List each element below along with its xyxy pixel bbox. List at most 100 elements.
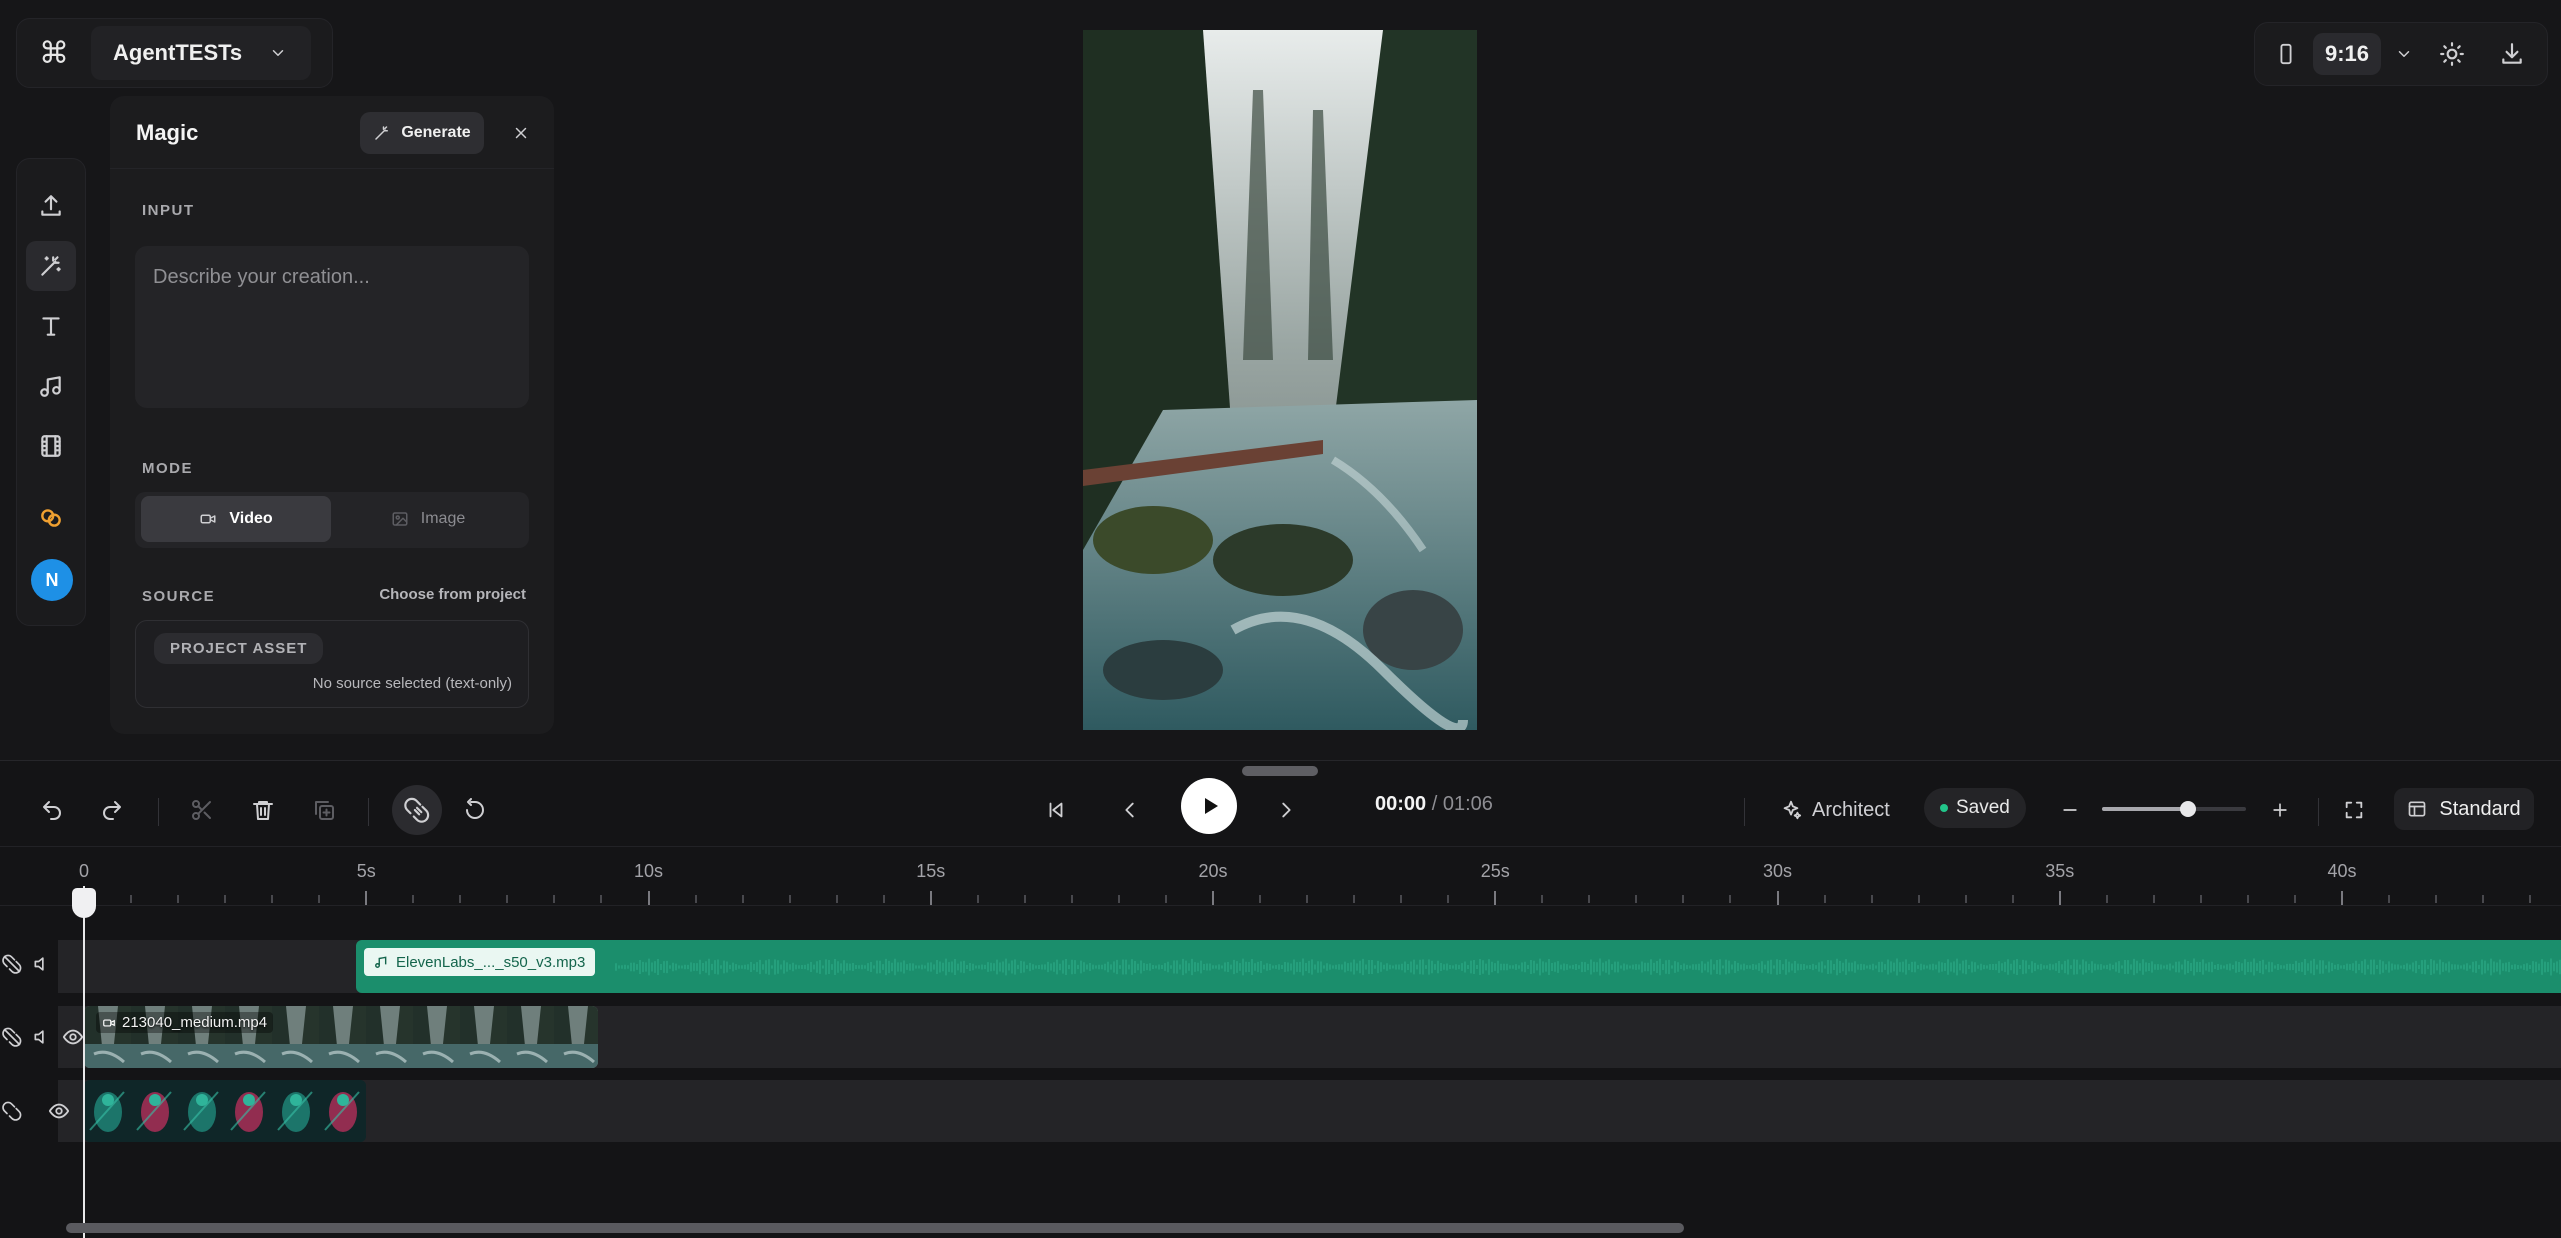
view-mode-button[interactable]: Standard [2394, 788, 2534, 830]
ruler-minor-tick [2435, 895, 2438, 903]
image-thumbnail [225, 1080, 272, 1142]
ruler-label: 20s [1198, 861, 1228, 881]
film-icon [41, 435, 61, 457]
time-separator: / [1431, 793, 1438, 815]
plus-icon [2273, 803, 2287, 817]
prompt-input[interactable]: Describe your creation... [135, 246, 529, 408]
mode-image-button[interactable]: Image [333, 496, 523, 542]
play-icon [1205, 798, 1218, 814]
ruler-minor-tick [1964, 895, 1967, 903]
magic-tool-button[interactable] [26, 241, 76, 291]
audio-tool-button[interactable] [26, 361, 76, 411]
media-tool-button[interactable] [26, 421, 76, 471]
ruler-minor-tick [1164, 895, 1167, 903]
audio-clip[interactable]: ElevenLabs_..._s50_v3.mp3 [356, 940, 2561, 993]
ruler-major-tick [1776, 891, 1779, 905]
redo-icon [103, 801, 121, 820]
image-track-controls [2, 1100, 70, 1122]
zoom-out-button[interactable] [2048, 788, 2092, 832]
ruler-minor-tick [1023, 895, 1026, 903]
skip-start-button[interactable] [1034, 788, 1078, 832]
generate-button[interactable]: Generate [360, 112, 484, 154]
video-preview[interactable] [1083, 30, 1477, 730]
playhead-handle[interactable] [72, 888, 96, 918]
previous-frame-button[interactable] [1108, 788, 1152, 832]
duplicate-button[interactable] [302, 788, 346, 832]
magnet-off-icon[interactable] [2, 1027, 22, 1047]
divider [368, 798, 369, 826]
avatar[interactable]: N [31, 559, 73, 601]
eye-icon[interactable] [48, 1100, 70, 1122]
video-clip[interactable]: 213040_medium.mp4 [84, 1006, 598, 1068]
upload-button[interactable] [26, 181, 76, 231]
magnet-icon[interactable] [2, 1101, 22, 1121]
chevron-down-icon [272, 50, 284, 56]
total-time: 01:06 [1442, 793, 1493, 815]
close-icon [515, 127, 527, 139]
image-clip[interactable] [84, 1080, 366, 1142]
ruler-minor-tick [1870, 895, 1873, 903]
download-icon[interactable] [2499, 41, 2525, 67]
close-button[interactable] [506, 118, 536, 148]
ruler-minor-tick [1729, 895, 1732, 903]
choose-from-project-link[interactable]: Choose from project [379, 586, 526, 603]
time-ruler[interactable]: 0 5s 10s 15s 20s 25s 30s 35s 40s [0, 846, 2561, 906]
zoom-slider[interactable] [2102, 801, 2246, 817]
architect-button[interactable]: Architect [1780, 790, 1890, 830]
delete-button[interactable] [241, 788, 285, 832]
ruler-minor-tick [1353, 895, 1356, 903]
ruler-minor-tick [130, 895, 133, 903]
magnet-off-icon[interactable] [2, 954, 22, 974]
eye-icon[interactable] [62, 1026, 84, 1048]
redo-button[interactable] [90, 788, 134, 832]
ruler-minor-tick [1117, 895, 1120, 903]
project-selector[interactable]: AgentTESTs [91, 26, 311, 80]
chevron-left-icon [1125, 802, 1134, 818]
next-frame-button[interactable] [1264, 788, 1308, 832]
aspect-ratio-value[interactable]: 9:16 [2313, 33, 2382, 75]
image-track [58, 1080, 2561, 1142]
preview-controls: 9:16 [2254, 22, 2548, 86]
layout-icon [2409, 801, 2426, 817]
fullscreen-icon [2345, 801, 2363, 819]
ruler-label: 25s [1480, 861, 1510, 881]
text-tool-button[interactable] [26, 301, 76, 351]
integrations-button[interactable] [26, 493, 76, 543]
mode-label: MODE [142, 460, 193, 477]
image-thumbnail [319, 1080, 366, 1142]
ruler-minor-tick [318, 895, 321, 903]
panel-title: Magic [136, 120, 199, 145]
ruler-minor-tick [882, 895, 885, 903]
ruler-label: 0 [78, 861, 90, 881]
source-box[interactable]: PROJECT ASSET No source selected (text-o… [135, 620, 529, 708]
mode-video-button[interactable]: Video [141, 496, 331, 542]
sun-icon[interactable] [2439, 41, 2465, 67]
undo-button[interactable] [30, 788, 74, 832]
preview-frame-image [1083, 30, 1477, 730]
video-thumbnail [272, 1006, 319, 1068]
video-clip-label: 213040_medium.mp4 [96, 1012, 274, 1033]
resize-handle[interactable] [1242, 766, 1318, 776]
magnet-snap-button[interactable] [392, 785, 442, 835]
zoom-slider-thumb[interactable] [2180, 801, 2197, 817]
command-icon[interactable]: ⌘ [17, 18, 91, 88]
magic-panel: Magic Generate INPUT Describe your creat… [110, 96, 554, 734]
horizontal-scrollbar[interactable] [66, 1223, 1684, 1233]
chevron-down-icon[interactable] [2395, 45, 2413, 63]
duplicate-icon [315, 801, 334, 820]
fullscreen-button[interactable] [2332, 788, 2376, 832]
cut-button[interactable] [180, 788, 224, 832]
image-clip-thumbnails [84, 1080, 366, 1142]
ruler-label: 35s [2045, 861, 2075, 881]
ruler-major-tick [1212, 891, 1214, 905]
phone-icon[interactable] [2275, 43, 2297, 65]
ruler-minor-tick [1259, 895, 1262, 903]
timeline-toolbar: 00:00 / 01:06 Architect Saved Standard [0, 776, 2561, 844]
speaker-icon[interactable] [32, 1027, 52, 1047]
saved-status-badge: Saved [1924, 788, 2026, 828]
speaker-icon[interactable] [32, 954, 52, 974]
reset-button[interactable] [453, 788, 497, 832]
zoom-in-button[interactable] [2258, 788, 2302, 832]
image-thumbnail [84, 1080, 131, 1142]
play-button[interactable] [1181, 778, 1237, 834]
